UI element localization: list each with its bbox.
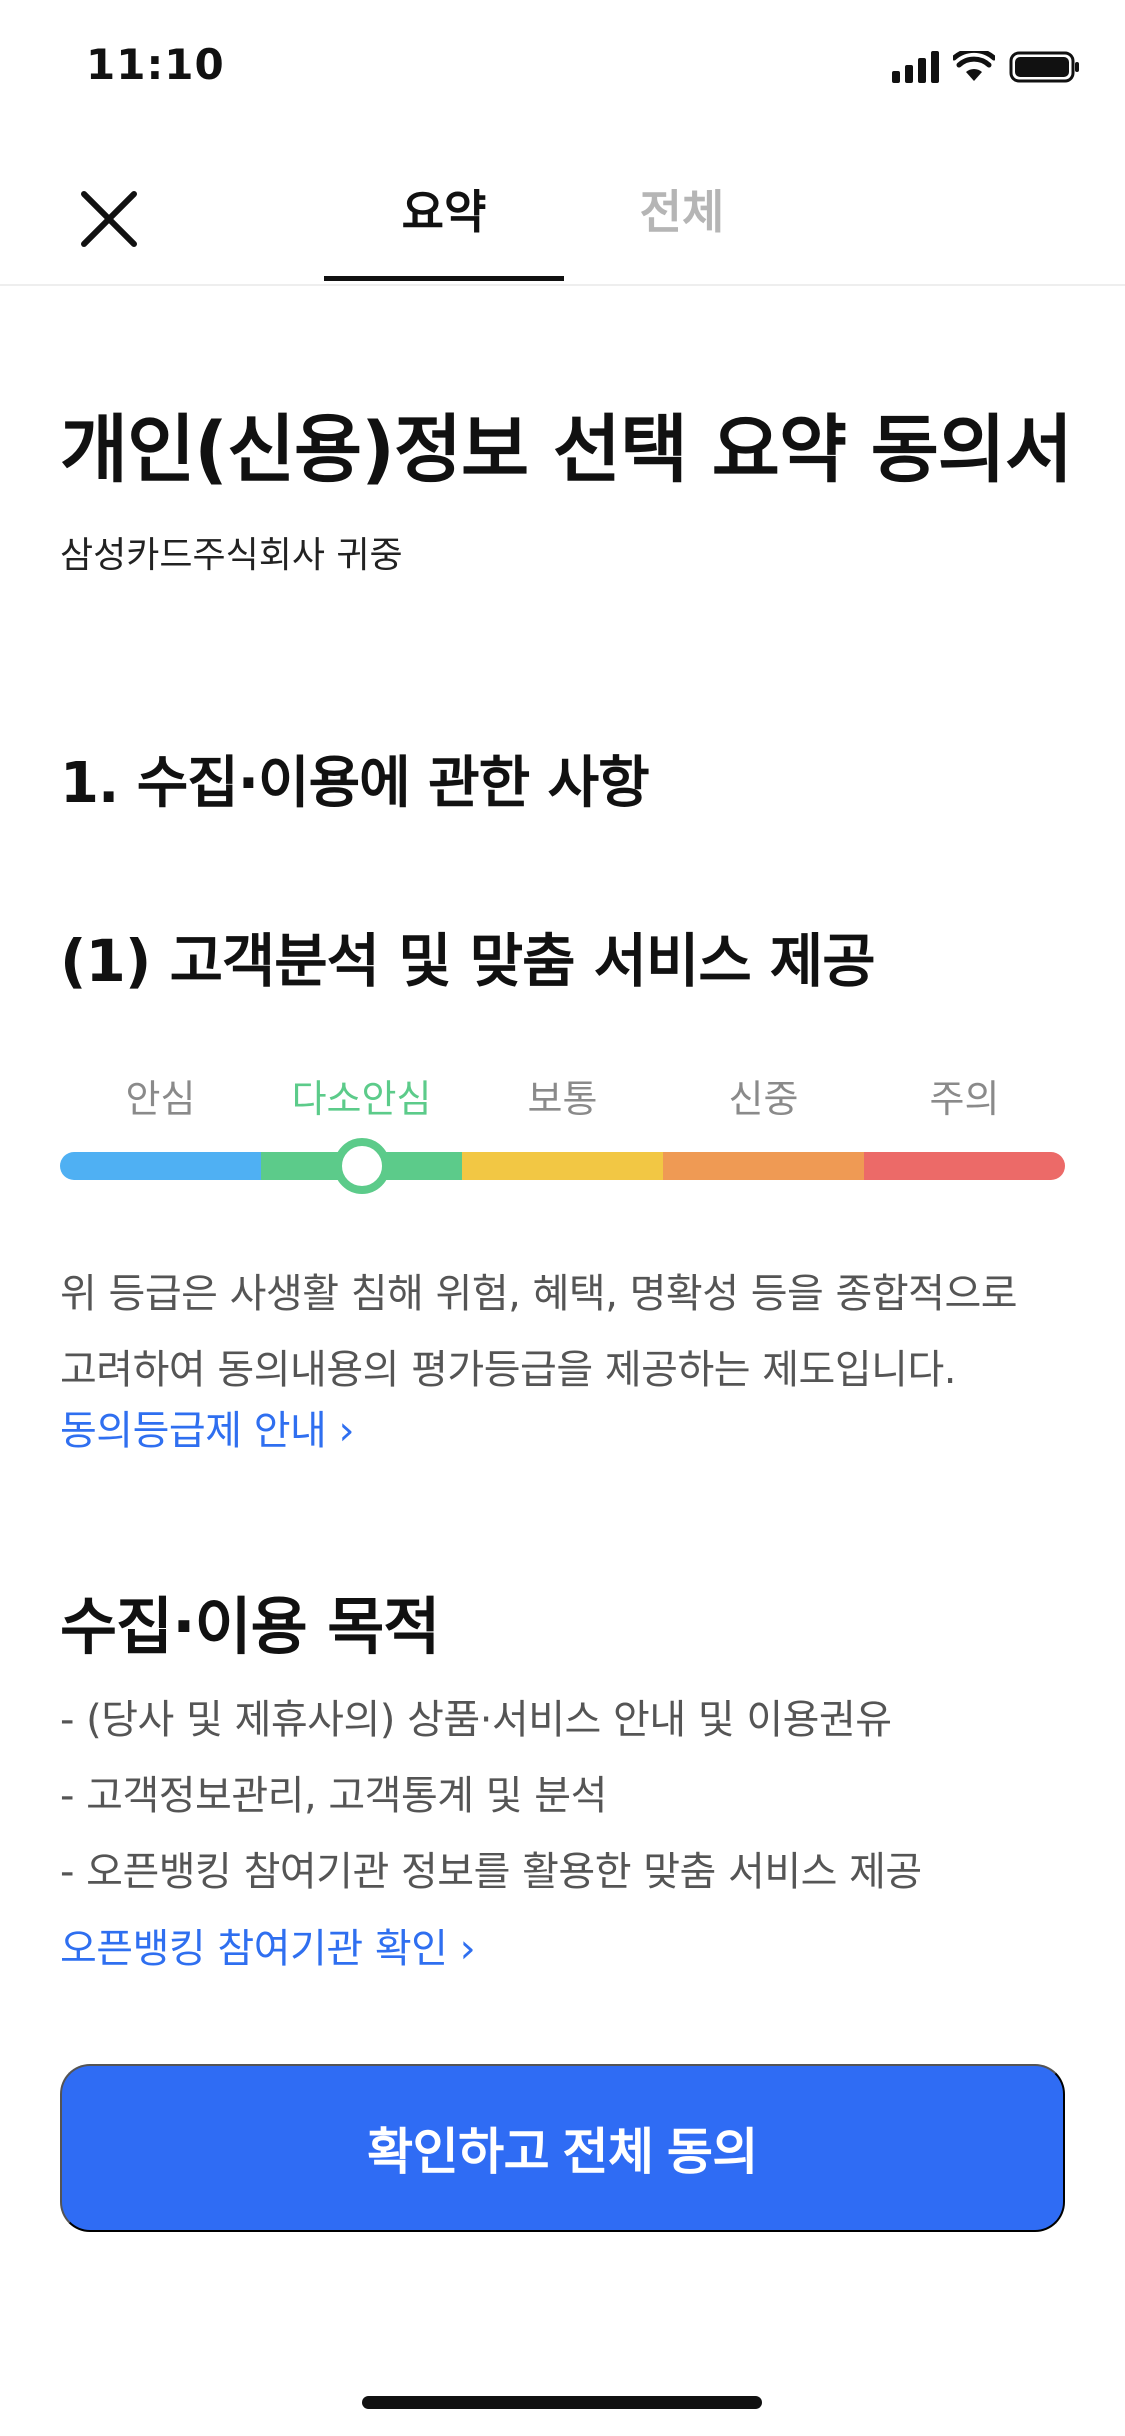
consent-grade-labels: 안심 다소안심 보통 신중 주의 xyxy=(60,1068,1065,1121)
wifi-icon xyxy=(953,51,995,81)
grade-segment-safe xyxy=(60,1152,261,1180)
grade-segment-caution xyxy=(864,1152,1065,1180)
grade-segment-normal xyxy=(462,1152,663,1180)
grade-label-careful: 신중 xyxy=(728,1077,799,1121)
tab-summary[interactable]: 요약 xyxy=(324,176,564,242)
addressee: 삼성카드주식회사 귀중 xyxy=(60,535,403,576)
grade-description: 위 등급은 사생활 침해 위험, 혜택, 명확성 등을 종합적으로 고려하여 동… xyxy=(60,1271,1018,1393)
consent-grade-guide-link[interactable]: 동의등급제 안내 › xyxy=(60,1398,355,1456)
close-icon[interactable] xyxy=(72,182,146,256)
top-navigation: 요약 전체 xyxy=(0,132,1125,286)
grade-label-caution: 주의 xyxy=(929,1077,1000,1121)
confirm-agree-all-button[interactable]: 확인하고 전체 동의 xyxy=(60,2064,1065,2232)
status-bar: 11:10 xyxy=(0,0,1125,132)
section-title: 1. 수집·이용에 관한 사항 xyxy=(60,751,650,816)
open-banking-institutions-link[interactable]: 오픈뱅킹 참여기관 확인 › xyxy=(60,1916,476,1974)
grade-segment-careful xyxy=(663,1152,864,1180)
cellular-signal-icon xyxy=(892,51,939,83)
grade-label-somewhat-safe: 다소안심 xyxy=(291,1077,432,1121)
grade-label-safe: 안심 xyxy=(125,1077,196,1121)
grade-label-normal: 보통 xyxy=(527,1077,598,1121)
consent-screen: 11:10 요약 전체 개인(신용)정보 선택 요약 동의서 삼성카드주식회사 … xyxy=(0,0,1125,2436)
battery-icon xyxy=(1009,51,1079,83)
status-icons xyxy=(892,50,1081,84)
tab-full[interactable]: 전체 xyxy=(562,176,802,242)
sub-title: (1) 고객분석 및 맞춤 서비스 제공 xyxy=(60,927,876,995)
grade-marker xyxy=(333,1138,390,1194)
list-item: - 오픈뱅킹 참여기관 정보를 활용한 맞춤 서비스 제공 xyxy=(60,1849,922,1895)
consent-grade-bar xyxy=(60,1152,1065,1180)
purpose-title: 수집·이용 목적 xyxy=(60,1590,440,1663)
list-item: - (당사 및 제휴사의) 상품·서비스 안내 및 이용권유 xyxy=(60,1697,892,1743)
tab-active-indicator xyxy=(324,276,564,281)
purpose-list: - (당사 및 제휴사의) 상품·서비스 안내 및 이용권유 - 고객정보관리,… xyxy=(60,1682,1065,1910)
status-time: 11:10 xyxy=(86,40,225,89)
list-item: - 고객정보관리, 고객통계 및 분석 xyxy=(60,1773,607,1819)
home-indicator xyxy=(362,2396,762,2409)
document-title: 개인(신용)정보 선택 요약 동의서 xyxy=(60,407,1073,493)
